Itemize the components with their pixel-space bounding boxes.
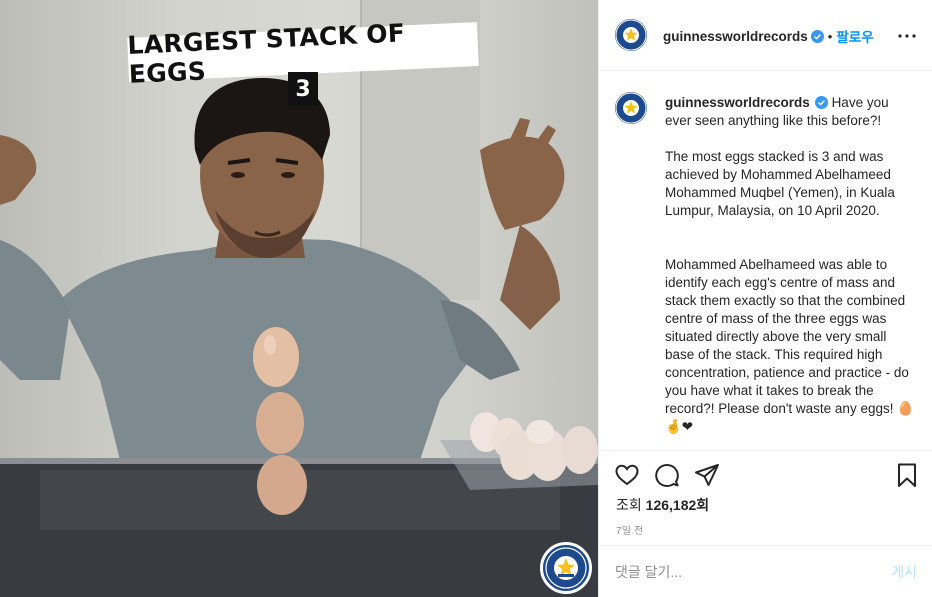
comment-input[interactable]: [615, 562, 855, 582]
header-separator: •: [827, 28, 833, 44]
caption-body: Have you ever seen anything like this be…: [665, 95, 915, 434]
views-label: 조회: [616, 497, 642, 513]
follow-button[interactable]: 팔로우: [836, 26, 873, 46]
save-bookmark-icon[interactable]: [893, 461, 921, 489]
verified-badge-icon: [810, 29, 824, 43]
more-options-icon[interactable]: [895, 24, 919, 48]
header-user-row: guinnessworldrecords • 팔로우: [663, 26, 874, 46]
overlay-count-badge: 3: [288, 72, 318, 106]
caption-area: guinnessworldrecords Have you ever seen …: [599, 72, 932, 450]
like-heart-icon[interactable]: [613, 461, 641, 489]
view-count: 조회 126,182회: [616, 495, 709, 515]
overlay-count: 3: [295, 76, 311, 102]
comment-bubble-icon[interactable]: [653, 461, 681, 489]
avatar[interactable]: [615, 19, 647, 51]
guinness-avatar-icon: [615, 19, 647, 51]
caption-avatar[interactable]: [615, 92, 647, 124]
post-media[interactable]: LARGEST STACK OF EGGS 3: [0, 0, 598, 597]
post-sidebar: guinnessworldrecords • 팔로우 guinnessworld…: [598, 0, 932, 597]
action-bar: 조회 126,182회 7일 전: [599, 450, 932, 545]
views-count: 126,182회: [645, 497, 710, 513]
post-comment-button[interactable]: 게시: [891, 562, 917, 582]
comment-form: 게시: [599, 545, 932, 597]
caption-username[interactable]: guinnessworldrecords: [665, 95, 810, 110]
post-header: guinnessworldrecords • 팔로우: [599, 0, 932, 71]
share-send-icon[interactable]: [693, 461, 721, 489]
guinness-seal-icon: [545, 547, 587, 589]
header-username[interactable]: guinnessworldrecords: [663, 29, 808, 44]
post-timestamp[interactable]: 7일 전: [616, 522, 644, 537]
verified-badge-icon: [814, 96, 828, 109]
guinness-avatar-icon: [615, 92, 647, 124]
guinness-logo-icon: [540, 542, 592, 594]
caption-text-block: guinnessworldrecords Have you ever seen …: [665, 94, 917, 436]
